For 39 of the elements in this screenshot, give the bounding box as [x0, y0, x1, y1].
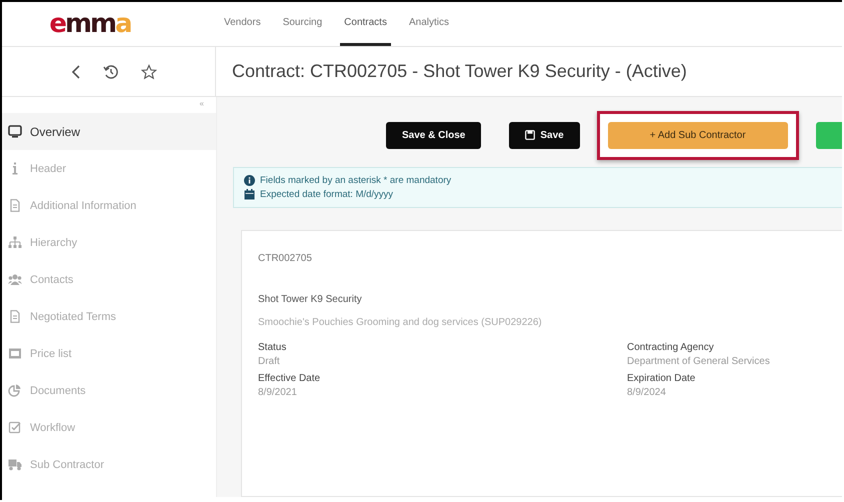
- page-title: Contract: CTR002705 - Shot Tower K9 Security - (Active): [232, 61, 687, 82]
- save-close-button[interactable]: Save & Close: [386, 122, 482, 148]
- table-icon: [8, 347, 22, 360]
- document-icon: [8, 199, 22, 212]
- document-icon: [8, 310, 22, 323]
- notice-text: Fields marked by an asterisk * are mandatory: [260, 175, 452, 186]
- sidebar-item[interactable]: Overview: [2, 113, 216, 150]
- contract-name: Shot Tower K9 Security: [258, 294, 363, 305]
- save-button[interactable]: Save: [509, 122, 580, 148]
- truck-icon: [8, 458, 22, 471]
- field-label: Effective Date: [258, 373, 322, 384]
- field-value: Draft: [258, 356, 281, 367]
- info-icon: [244, 175, 255, 186]
- nav-tab[interactable]: Contracts: [340, 2, 391, 46]
- field-value: Department of General Services: [627, 356, 771, 367]
- field-value: 8/9/2021: [258, 387, 298, 398]
- field-label: Contracting Agency: [627, 342, 715, 353]
- history-icon[interactable]: [102, 64, 118, 80]
- people-icon: [8, 273, 22, 286]
- field-value: 8/9/2024: [627, 387, 667, 398]
- pie-chart-icon: [8, 384, 22, 397]
- star-icon[interactable]: [140, 64, 156, 80]
- notice-text: Expected date format: M/d/yyyy: [260, 189, 394, 200]
- checkbox-icon: [8, 421, 22, 434]
- back-icon[interactable]: [70, 64, 80, 80]
- contract-id: CTR002705: [258, 253, 313, 264]
- hierarchy-icon: [8, 236, 22, 249]
- nav-tab[interactable]: Sourcing: [278, 2, 326, 46]
- collapse-toggle[interactable]: «: [200, 99, 204, 113]
- field-label: Status: [258, 342, 288, 353]
- nav-tab[interactable]: Analytics: [404, 2, 453, 46]
- add-sub-contractor-button[interactable]: + Add Sub Contractor: [608, 122, 788, 148]
- nav-tab[interactable]: Vendors: [220, 2, 265, 46]
- calendar-icon: [244, 189, 255, 200]
- field-label: Expiration Date: [627, 373, 696, 384]
- vendor-name: Smoochie's Pouchies Grooming and dog services (SUP029226): [258, 317, 543, 328]
- save-icon: [525, 130, 536, 140]
- monitor-icon: [8, 125, 22, 138]
- logo[interactable]: emma: [2, 2, 218, 46]
